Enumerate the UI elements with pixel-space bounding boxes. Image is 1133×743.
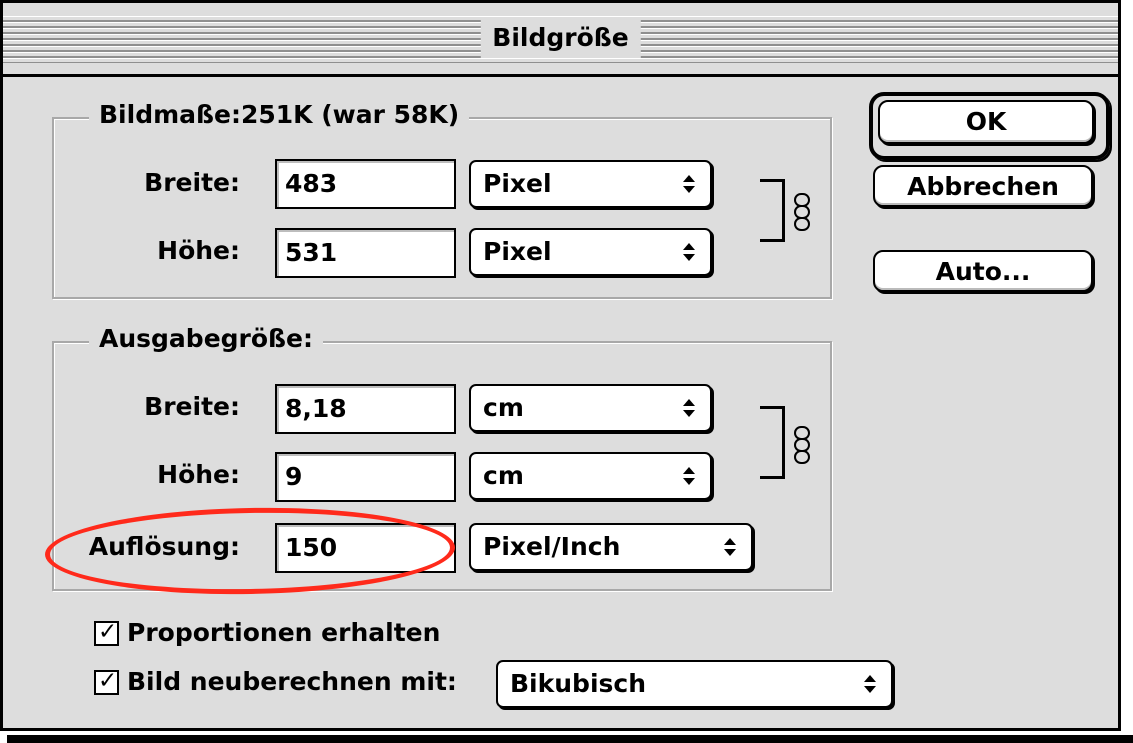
output-width-input[interactable]: 8,18: [275, 384, 456, 434]
output-width-label: Breite:: [144, 392, 240, 421]
resample-method: Bikubisch: [510, 669, 647, 698]
output-height-unit-popup[interactable]: cm: [469, 452, 712, 500]
resolution-unit-popup[interactable]: Pixel/Inch: [469, 523, 753, 571]
resample-image-checkbox[interactable]: ✓: [94, 668, 119, 695]
output-constraint-bracket: [760, 406, 785, 479]
output-width-unit: cm: [483, 393, 524, 422]
resample-image-label[interactable]: Bild neuberechnen mit:: [127, 666, 457, 698]
output-height-input[interactable]: 9: [275, 452, 456, 502]
up-down-arrows-icon: [863, 670, 877, 700]
up-down-arrows-icon: [682, 462, 696, 492]
pixel-height-unit: Pixel: [483, 237, 552, 266]
checkmark-icon: ✓: [98, 619, 118, 645]
output-height-unit: cm: [483, 461, 524, 490]
pixel-dimensions-title: Bildmaße:251K (war 58K): [89, 99, 470, 131]
image-size-dialog: Bildgröße Bildmaße:251K (war 58K) Breite…: [0, 0, 1133, 743]
resample-method-popup[interactable]: Bikubisch: [496, 660, 893, 708]
cancel-button[interactable]: Abbrechen: [873, 165, 1093, 207]
ok-button[interactable]: OK: [878, 100, 1094, 144]
constrain-proportions-label[interactable]: Proportionen erhalten: [127, 617, 440, 649]
output-height-label: Höhe:: [157, 460, 240, 489]
constrain-proportions-checkbox[interactable]: ✓: [94, 619, 119, 646]
checkmark-icon: ✓: [98, 668, 118, 694]
up-down-arrows-icon: [682, 238, 696, 268]
pixel-height-unit-popup[interactable]: Pixel: [469, 228, 712, 276]
pixel-constraint-bracket: [760, 179, 785, 242]
pixel-width-input[interactable]: 483: [275, 159, 456, 209]
output-size-title: Ausgabegröße:: [89, 323, 323, 355]
title-bar[interactable]: Bildgröße: [3, 3, 1118, 77]
up-down-arrows-icon: [723, 533, 737, 563]
pixel-width-unit-popup[interactable]: Pixel: [469, 160, 712, 208]
pixel-height-input[interactable]: 531: [275, 228, 456, 278]
pixel-width-unit: Pixel: [483, 169, 552, 198]
auto-button[interactable]: Auto...: [873, 250, 1093, 292]
up-down-arrows-icon: [682, 170, 696, 200]
chain-link-icon: [792, 193, 810, 231]
chain-link-icon: [792, 426, 810, 464]
pixel-width-label: Breite:: [144, 168, 240, 197]
up-down-arrows-icon: [682, 394, 696, 424]
pixel-height-label: Höhe:: [157, 236, 240, 265]
dialog-title: Bildgröße: [480, 18, 641, 58]
resolution-unit: Pixel/Inch: [483, 532, 621, 561]
output-width-unit-popup[interactable]: cm: [469, 384, 712, 432]
